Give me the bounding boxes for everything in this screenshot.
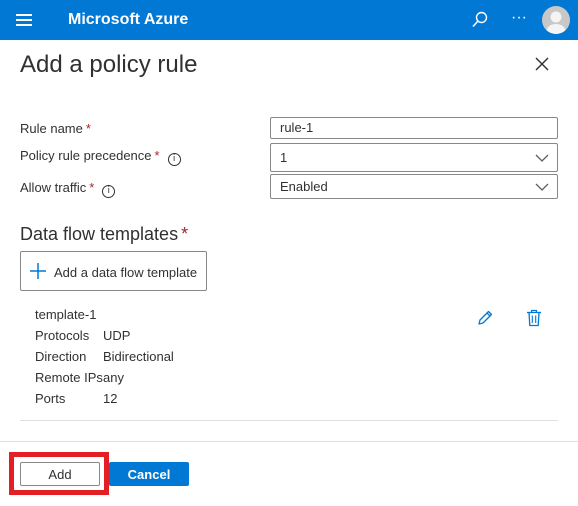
info-icon[interactable]: i [102, 185, 116, 198]
cancel-button[interactable]: Cancel [109, 462, 189, 486]
add-button[interactable]: Add [20, 462, 100, 486]
user-avatar-icon[interactable] [542, 6, 570, 34]
allow-traffic-select[interactable]: Enabled [270, 174, 558, 199]
add-data-flow-template-button[interactable]: Add a data flow template [20, 251, 207, 291]
precedence-value: 1 [280, 150, 288, 165]
precedence-select[interactable]: 1 [270, 143, 558, 172]
search-icon[interactable] [470, 10, 490, 30]
allow-traffic-value: Enabled [280, 179, 328, 194]
chevron-down-icon [535, 183, 549, 191]
plus-icon [30, 263, 46, 279]
top-bar: Microsoft Azure ··· [0, 0, 578, 40]
allow-traffic-label-text: Allow traffic [20, 180, 87, 195]
data-flow-templates-heading: Data flow templates * [20, 224, 188, 245]
edit-icon[interactable] [476, 309, 494, 327]
template-key: Protocols [35, 328, 90, 343]
template-key: Remote IPs [35, 370, 103, 385]
template-key: Direction [35, 349, 87, 364]
rule-name-label-text: Rule name [20, 121, 83, 136]
allow-traffic-label: Allow traffic * i [20, 180, 116, 198]
page-title: Add a policy rule [20, 51, 198, 78]
brand-title[interactable]: Microsoft Azure [68, 11, 188, 29]
section-title-text: Data flow templates [20, 224, 179, 244]
more-options-icon[interactable]: ··· [509, 10, 529, 30]
precedence-label: Policy rule precedence * i [20, 148, 181, 166]
hamburger-icon[interactable] [16, 14, 32, 26]
template-name: template-1 [35, 307, 97, 322]
template-value: UDP [103, 328, 131, 343]
template-divider [20, 420, 558, 421]
required-mark: * [181, 224, 189, 244]
template-key: Ports [35, 391, 66, 406]
precedence-label-text: Policy rule precedence [20, 148, 152, 163]
close-icon[interactable] [533, 55, 551, 73]
footer-divider [0, 441, 578, 442]
info-icon[interactable]: i [167, 153, 181, 166]
template-value: any [103, 370, 124, 385]
add-template-label: Add a data flow template [54, 265, 198, 280]
required-mark: * [154, 148, 160, 163]
template-row-protocols: Protocols UDP [35, 328, 130, 343]
rule-name-input[interactable]: rule-1 [270, 117, 558, 139]
template-row-remote-ips: Remote IPsany [35, 370, 124, 385]
template-row-direction: Direction Bidirectional [35, 349, 174, 364]
template-row-ports: Ports 12 [35, 391, 117, 406]
template-value: 12 [103, 391, 118, 406]
template-value: Bidirectional [103, 349, 174, 364]
rule-name-label: Rule name * [20, 121, 91, 136]
chevron-down-icon [535, 154, 549, 162]
required-mark: * [89, 180, 95, 195]
required-mark: * [85, 121, 91, 136]
trash-icon[interactable] [526, 309, 542, 327]
